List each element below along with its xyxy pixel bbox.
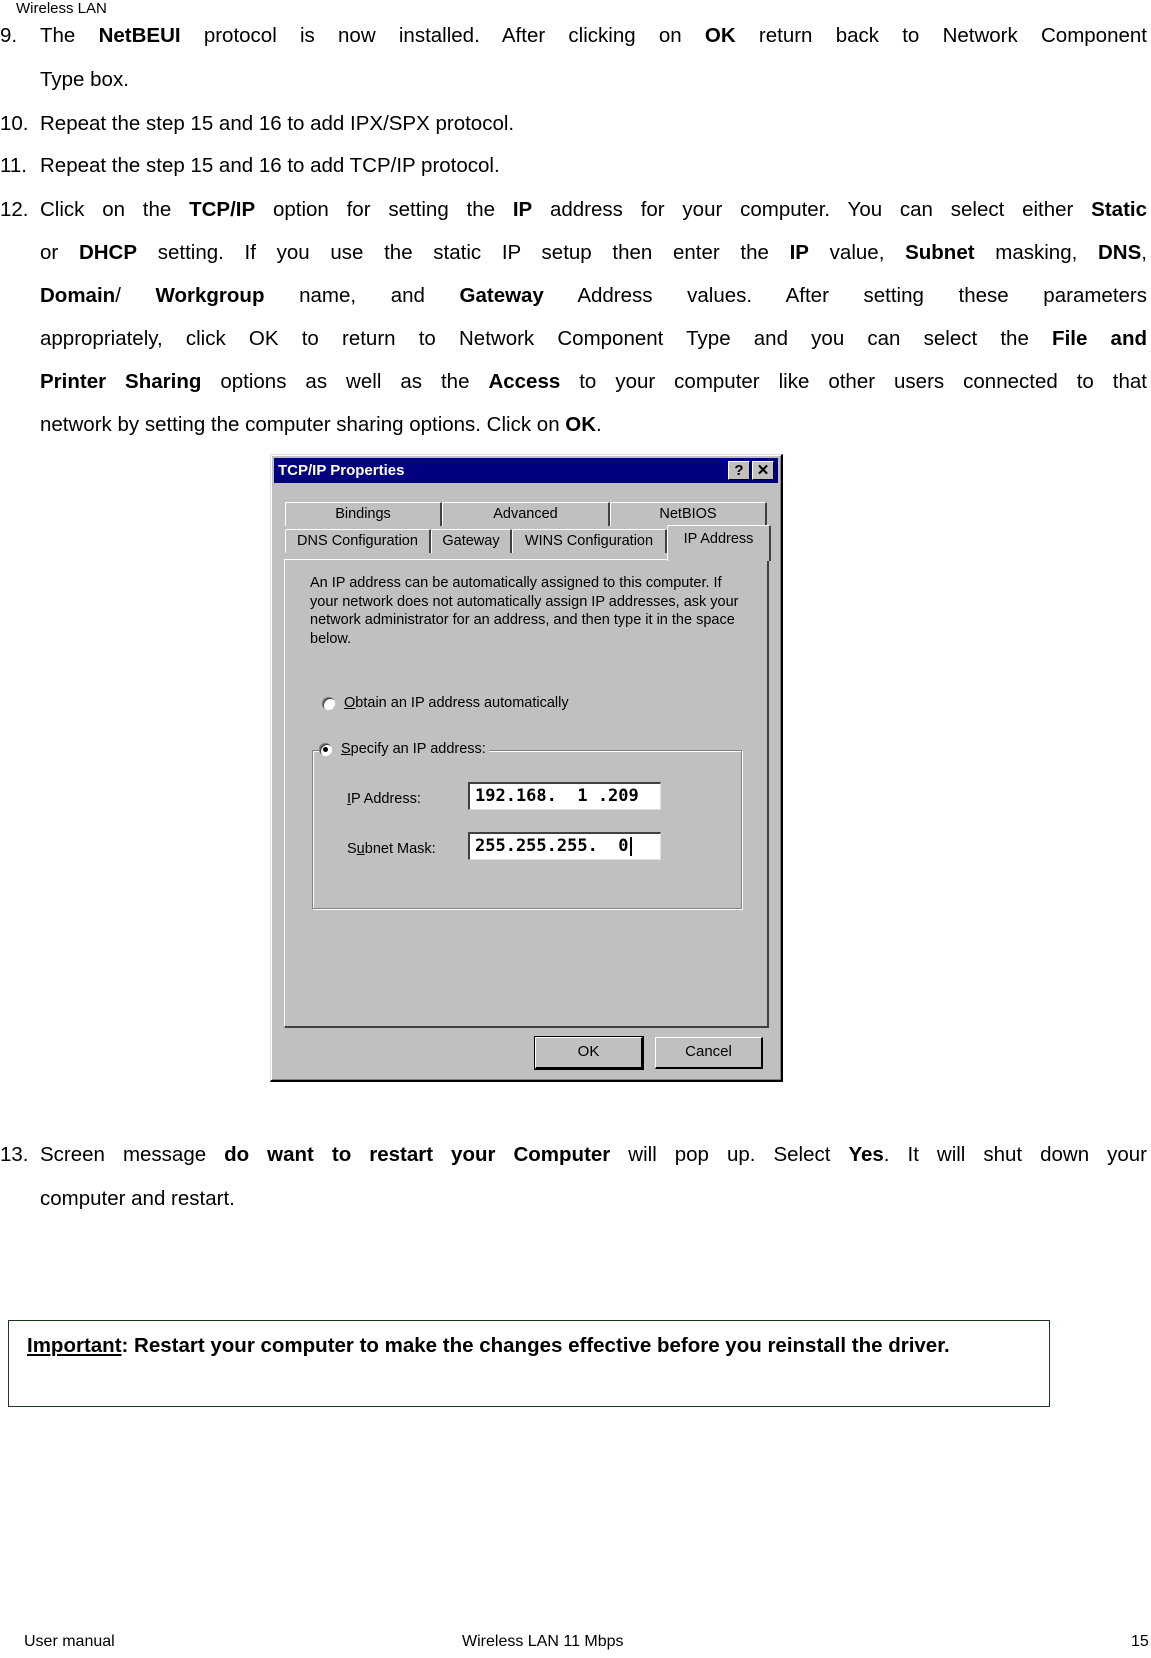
radio-button-checked-icon[interactable] bbox=[319, 742, 332, 756]
step-10-text: Repeat the step 15 and 16 to add IPX/SPX… bbox=[40, 112, 515, 135]
step-12-number: 12. bbox=[0, 198, 29, 221]
tab-advanced[interactable]: Advanced bbox=[442, 502, 610, 526]
bold-term: File and bbox=[1052, 327, 1147, 350]
text-run: name, and bbox=[264, 284, 460, 307]
text-run: masking, bbox=[974, 241, 1098, 264]
bold-term: OK bbox=[565, 413, 597, 436]
text-run: . It will shut down your bbox=[883, 1143, 1147, 1166]
tcpip-properties-dialog: TCP/IP Properties ? ✕ Bindings Advanced … bbox=[270, 454, 783, 1082]
step-9-line-1: The NetBEUI protocol is now installed. A… bbox=[40, 24, 1147, 48]
tab-bindings[interactable]: Bindings bbox=[285, 502, 442, 526]
bold-term: NetBEUI bbox=[98, 24, 181, 47]
text-run: address for your computer. You can selec… bbox=[532, 198, 1092, 221]
ip-address-panel: An IP address can be automatically assig… bbox=[284, 559, 769, 1028]
bold-term: Subnet bbox=[905, 241, 975, 264]
text-run: protocol is now installed. After clickin… bbox=[180, 24, 705, 47]
ip-description: An IP address can be automatically assig… bbox=[310, 575, 739, 647]
radio-specify-label: Specify an IP address: bbox=[341, 741, 486, 757]
text-run: , bbox=[1141, 241, 1147, 264]
bold-term: DHCP bbox=[78, 241, 138, 264]
text-caret bbox=[629, 836, 632, 856]
cancel-button[interactable]: Cancel bbox=[655, 1037, 763, 1069]
step-12-line-5: Printer Sharing options as well as the A… bbox=[40, 370, 1147, 394]
text-run: . bbox=[596, 413, 602, 436]
bold-term: Gateway bbox=[459, 284, 544, 307]
ok-button[interactable]: OK bbox=[534, 1036, 644, 1070]
bold-term: do want to restart your Computer bbox=[224, 1143, 611, 1166]
step-10-number: 10. bbox=[0, 112, 29, 135]
text-run: setting. If you use the static IP setup … bbox=[137, 241, 790, 264]
text-run: options as well as the bbox=[201, 370, 489, 393]
step-12-line-2: or DHCP setting. If you use the static I… bbox=[40, 241, 1147, 265]
bold-term: Static bbox=[1091, 198, 1147, 221]
tab-dns-configuration[interactable]: DNS Configuration bbox=[285, 529, 431, 553]
bold-term: IP bbox=[512, 198, 533, 221]
text-run: Click on the bbox=[40, 198, 190, 221]
text-run: / bbox=[115, 284, 156, 307]
step-12-line-3: Domain/ Workgroup name, and Gateway Addr… bbox=[40, 284, 1147, 308]
text-run: The bbox=[40, 24, 99, 47]
specify-ip-groupbox bbox=[312, 750, 742, 909]
text-run: network by setting the computer sharing … bbox=[40, 413, 566, 436]
text-run: appropriately, click OK to return to Net… bbox=[40, 327, 1053, 350]
step-9-line-2: Type box. bbox=[40, 68, 129, 91]
step-11-text: Repeat the step 15 and 16 to add TCP/IP … bbox=[40, 154, 500, 177]
radio-specify-ip[interactable]: Specify an IP address: bbox=[319, 741, 489, 757]
dialog-titlebar[interactable]: TCP/IP Properties ? ✕ bbox=[274, 458, 778, 483]
tab-wins-configuration[interactable]: WINS Configuration bbox=[512, 529, 667, 553]
radio-obtain-automatically[interactable]: Obtain an IP address automatically bbox=[322, 695, 569, 711]
important-label: Important bbox=[27, 1334, 122, 1357]
bold-term: DNS bbox=[1098, 241, 1142, 264]
text-run: will pop up. Select bbox=[610, 1143, 849, 1166]
step-13-number: 13. bbox=[0, 1143, 29, 1166]
important-note: Important: Restart your computer to make… bbox=[8, 1320, 1050, 1407]
ip-address-input[interactable]: 192.168. 1 .209 bbox=[468, 782, 661, 810]
step-12-line-4: appropriately, click OK to return to Net… bbox=[40, 327, 1147, 351]
bold-term: Workgroup bbox=[155, 284, 265, 307]
footer-center: Wireless LAN 11 Mbps bbox=[462, 1633, 624, 1650]
tab-ip-address[interactable]: IP Address bbox=[667, 525, 771, 561]
bold-term: Printer Sharing bbox=[40, 370, 202, 393]
text-run: Screen message bbox=[40, 1143, 225, 1166]
radio-button-icon[interactable] bbox=[322, 696, 335, 710]
step-13-line-2: computer and restart. bbox=[40, 1187, 235, 1210]
subnet-mask-label: Subnet Mask: bbox=[347, 841, 436, 857]
subnet-mask-input[interactable]: 255.255.255. 0 bbox=[468, 832, 661, 860]
text-run: return back to Network Component bbox=[735, 24, 1147, 47]
tab-netbios[interactable]: NetBIOS bbox=[610, 502, 767, 526]
bold-term: TCP/IP bbox=[189, 198, 256, 221]
bold-term: Domain bbox=[40, 284, 116, 307]
text-run: to your computer like other users connec… bbox=[560, 370, 1147, 393]
bold-term: Access bbox=[488, 370, 561, 393]
subnet-mask-value: 255.255.255. 0 bbox=[475, 836, 629, 856]
ip-address-label: IP Address: bbox=[347, 791, 421, 807]
step-11-number: 11. bbox=[0, 154, 27, 177]
bold-term: OK bbox=[704, 24, 736, 47]
close-icon[interactable]: ✕ bbox=[752, 461, 774, 480]
page-number: 15 bbox=[1131, 1633, 1149, 1650]
dialog-title: TCP/IP Properties bbox=[278, 462, 405, 479]
bold-term: Yes bbox=[848, 1143, 884, 1166]
text-run: value, bbox=[808, 241, 906, 264]
radio-obtain-label: Obtain an IP address automatically bbox=[344, 695, 569, 711]
help-icon[interactable]: ? bbox=[728, 461, 750, 480]
text-run: option for setting the bbox=[255, 198, 513, 221]
step-13-line-1: Screen message do want to restart your C… bbox=[40, 1143, 1147, 1167]
footer-left: User manual bbox=[24, 1633, 115, 1650]
important-text: : Restart your computer to make the chan… bbox=[121, 1334, 950, 1357]
tab-gateway[interactable]: Gateway bbox=[431, 529, 512, 553]
step-12-line-6: network by setting the computer sharing … bbox=[40, 413, 602, 437]
step-12-line-1: Click on the TCP/IP option for setting t… bbox=[40, 198, 1147, 222]
step-9-number: 9. bbox=[0, 24, 18, 47]
running-header: Wireless LAN bbox=[16, 0, 107, 17]
text-run: Address values. After setting these para… bbox=[543, 284, 1147, 307]
text-run: or bbox=[40, 241, 79, 264]
bold-term: IP bbox=[789, 241, 809, 264]
